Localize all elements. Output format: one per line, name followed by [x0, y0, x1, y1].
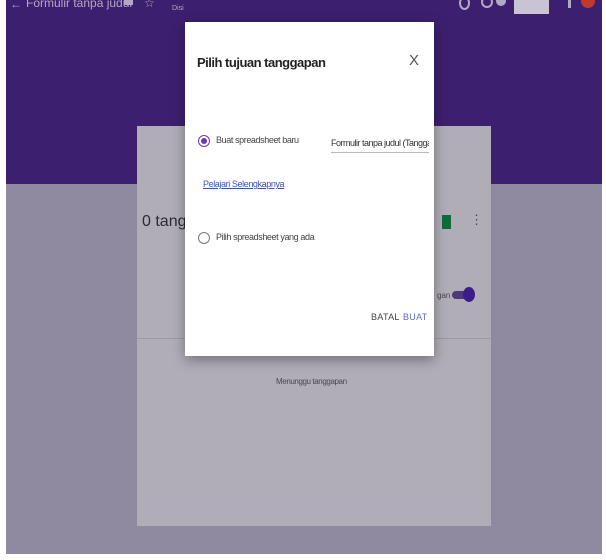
close-icon[interactable]: X: [409, 52, 419, 69]
accepting-toggle-thumb[interactable]: [463, 287, 475, 302]
sheets-icon[interactable]: [442, 215, 451, 229]
cancel-button[interactable]: BATAL: [371, 312, 400, 322]
more-options-icon[interactable]: [568, 0, 571, 8]
back-arrow-icon[interactable]: ←: [10, 0, 22, 11]
settings-icon[interactable]: [496, 0, 506, 6]
option-new-spreadsheet-label[interactable]: Buat spreadsheet baru: [216, 135, 299, 145]
response-destination-dialog: Pilih tujuan tanggapan X Buat spreadshee…: [185, 22, 434, 356]
bottom-margin: [0, 554, 606, 560]
learn-more-link[interactable]: Pelajari Selengkapnya: [203, 179, 285, 189]
saved-status: Disi: [172, 5, 184, 12]
send-button[interactable]: [514, 0, 549, 14]
waiting-responses-text: Menunggu tanggapan: [276, 377, 347, 386]
card-more-icon[interactable]: ⋮: [470, 212, 483, 228]
dialog-title: Pilih tujuan tanggapan: [197, 55, 326, 70]
spreadsheet-name-input[interactable]: [331, 134, 429, 153]
option-existing-spreadsheet-label[interactable]: Pilih spreadsheet yang ada: [216, 232, 315, 242]
palette-icon[interactable]: [459, 0, 470, 10]
accepting-responses-label: gan: [437, 291, 451, 300]
star-icon[interactable]: ☆: [144, 0, 155, 10]
form-title[interactable]: Formulir tanpa judul: [26, 0, 132, 10]
top-bar: ← Formulir tanpa judul ☆ Disi: [6, 0, 602, 18]
create-button[interactable]: BUAT: [403, 312, 428, 322]
avatar[interactable]: [581, 0, 595, 8]
radio-new-spreadsheet[interactable]: [198, 135, 210, 147]
preview-icon[interactable]: [481, 0, 493, 8]
folder-icon[interactable]: [124, 0, 133, 5]
radio-existing-spreadsheet[interactable]: [198, 232, 210, 244]
